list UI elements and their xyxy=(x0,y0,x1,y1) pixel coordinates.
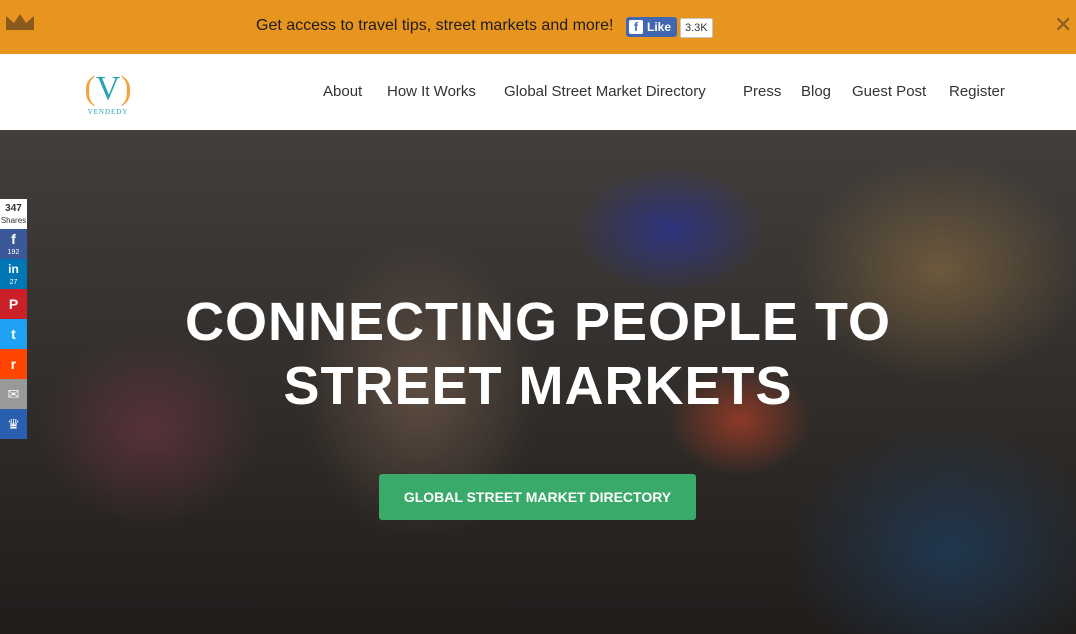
topbar-message: Get access to travel tips, street market… xyxy=(256,17,614,34)
share-total-count: 347 xyxy=(5,203,22,214)
share-facebook-button[interactable]: f 192 xyxy=(0,229,27,259)
linkedin-icon: in xyxy=(8,262,19,276)
facebook-icon: f xyxy=(629,20,643,34)
nav-item-about[interactable]: About xyxy=(323,83,362,100)
facebook-like-button[interactable]: f Like xyxy=(626,17,678,37)
reddit-icon: r xyxy=(10,356,17,372)
like-count: 3.3K xyxy=(680,18,713,38)
hero-title-line2: STREET MARKETS xyxy=(283,356,793,416)
hero-title-line1: CONNECTING PEOPLE TO xyxy=(184,292,892,352)
share-reddit-button[interactable]: r xyxy=(0,349,27,379)
nav-item-directory[interactable]: Global Street Market Directory xyxy=(504,83,706,100)
twitter-icon: t xyxy=(11,326,16,342)
sumo-icon: ♛ xyxy=(7,416,20,432)
close-icon[interactable]: ✕ xyxy=(1054,14,1072,36)
facebook-icon: f xyxy=(11,231,16,247)
share-sumo-button[interactable]: ♛ xyxy=(0,409,27,439)
email-icon: ✉ xyxy=(7,386,20,402)
facebook-share-count: 192 xyxy=(7,249,20,256)
pinterest-icon: P xyxy=(8,296,19,312)
share-linkedin-button[interactable]: in 27 xyxy=(0,259,27,289)
nav-item-guest-post[interactable]: Guest Post xyxy=(852,83,926,100)
logo-mark: (V) xyxy=(84,70,132,107)
share-pinterest-button[interactable]: P xyxy=(0,289,27,319)
share-email-button[interactable]: ✉ xyxy=(0,379,27,409)
share-twitter-button[interactable]: t xyxy=(0,319,27,349)
share-total: 347 Shares xyxy=(0,199,27,229)
share-total-label: Shares xyxy=(0,216,27,225)
main-navigation: (V) VENDEDY About How It Works Global St… xyxy=(0,54,1076,130)
share-sidebar: 347 Shares f 192 in 27 P t r ✉ ♛ xyxy=(0,199,27,439)
directory-cta-button[interactable]: GLOBAL STREET MARKET DIRECTORY xyxy=(379,474,696,520)
nav-item-press[interactable]: Press xyxy=(743,83,781,100)
hero-title: CONNECTING PEOPLE TO STREET MARKETS xyxy=(0,290,1076,418)
linkedin-share-count: 27 xyxy=(9,279,18,286)
vendedy-logo[interactable]: (V) VENDEDY xyxy=(80,70,136,120)
nav-item-how-it-works[interactable]: How It Works xyxy=(387,83,476,100)
crown-icon[interactable] xyxy=(4,12,36,34)
nav-item-register[interactable]: Register xyxy=(949,83,1005,100)
like-label: Like xyxy=(647,20,672,34)
top-notification-bar: Get access to travel tips, street market… xyxy=(0,0,1076,54)
hero-banner: CONNECTING PEOPLE TO STREET MARKETS GLOB… xyxy=(0,130,1076,634)
logo-word: VENDEDY xyxy=(87,108,129,116)
nav-item-blog[interactable]: Blog xyxy=(801,83,831,100)
